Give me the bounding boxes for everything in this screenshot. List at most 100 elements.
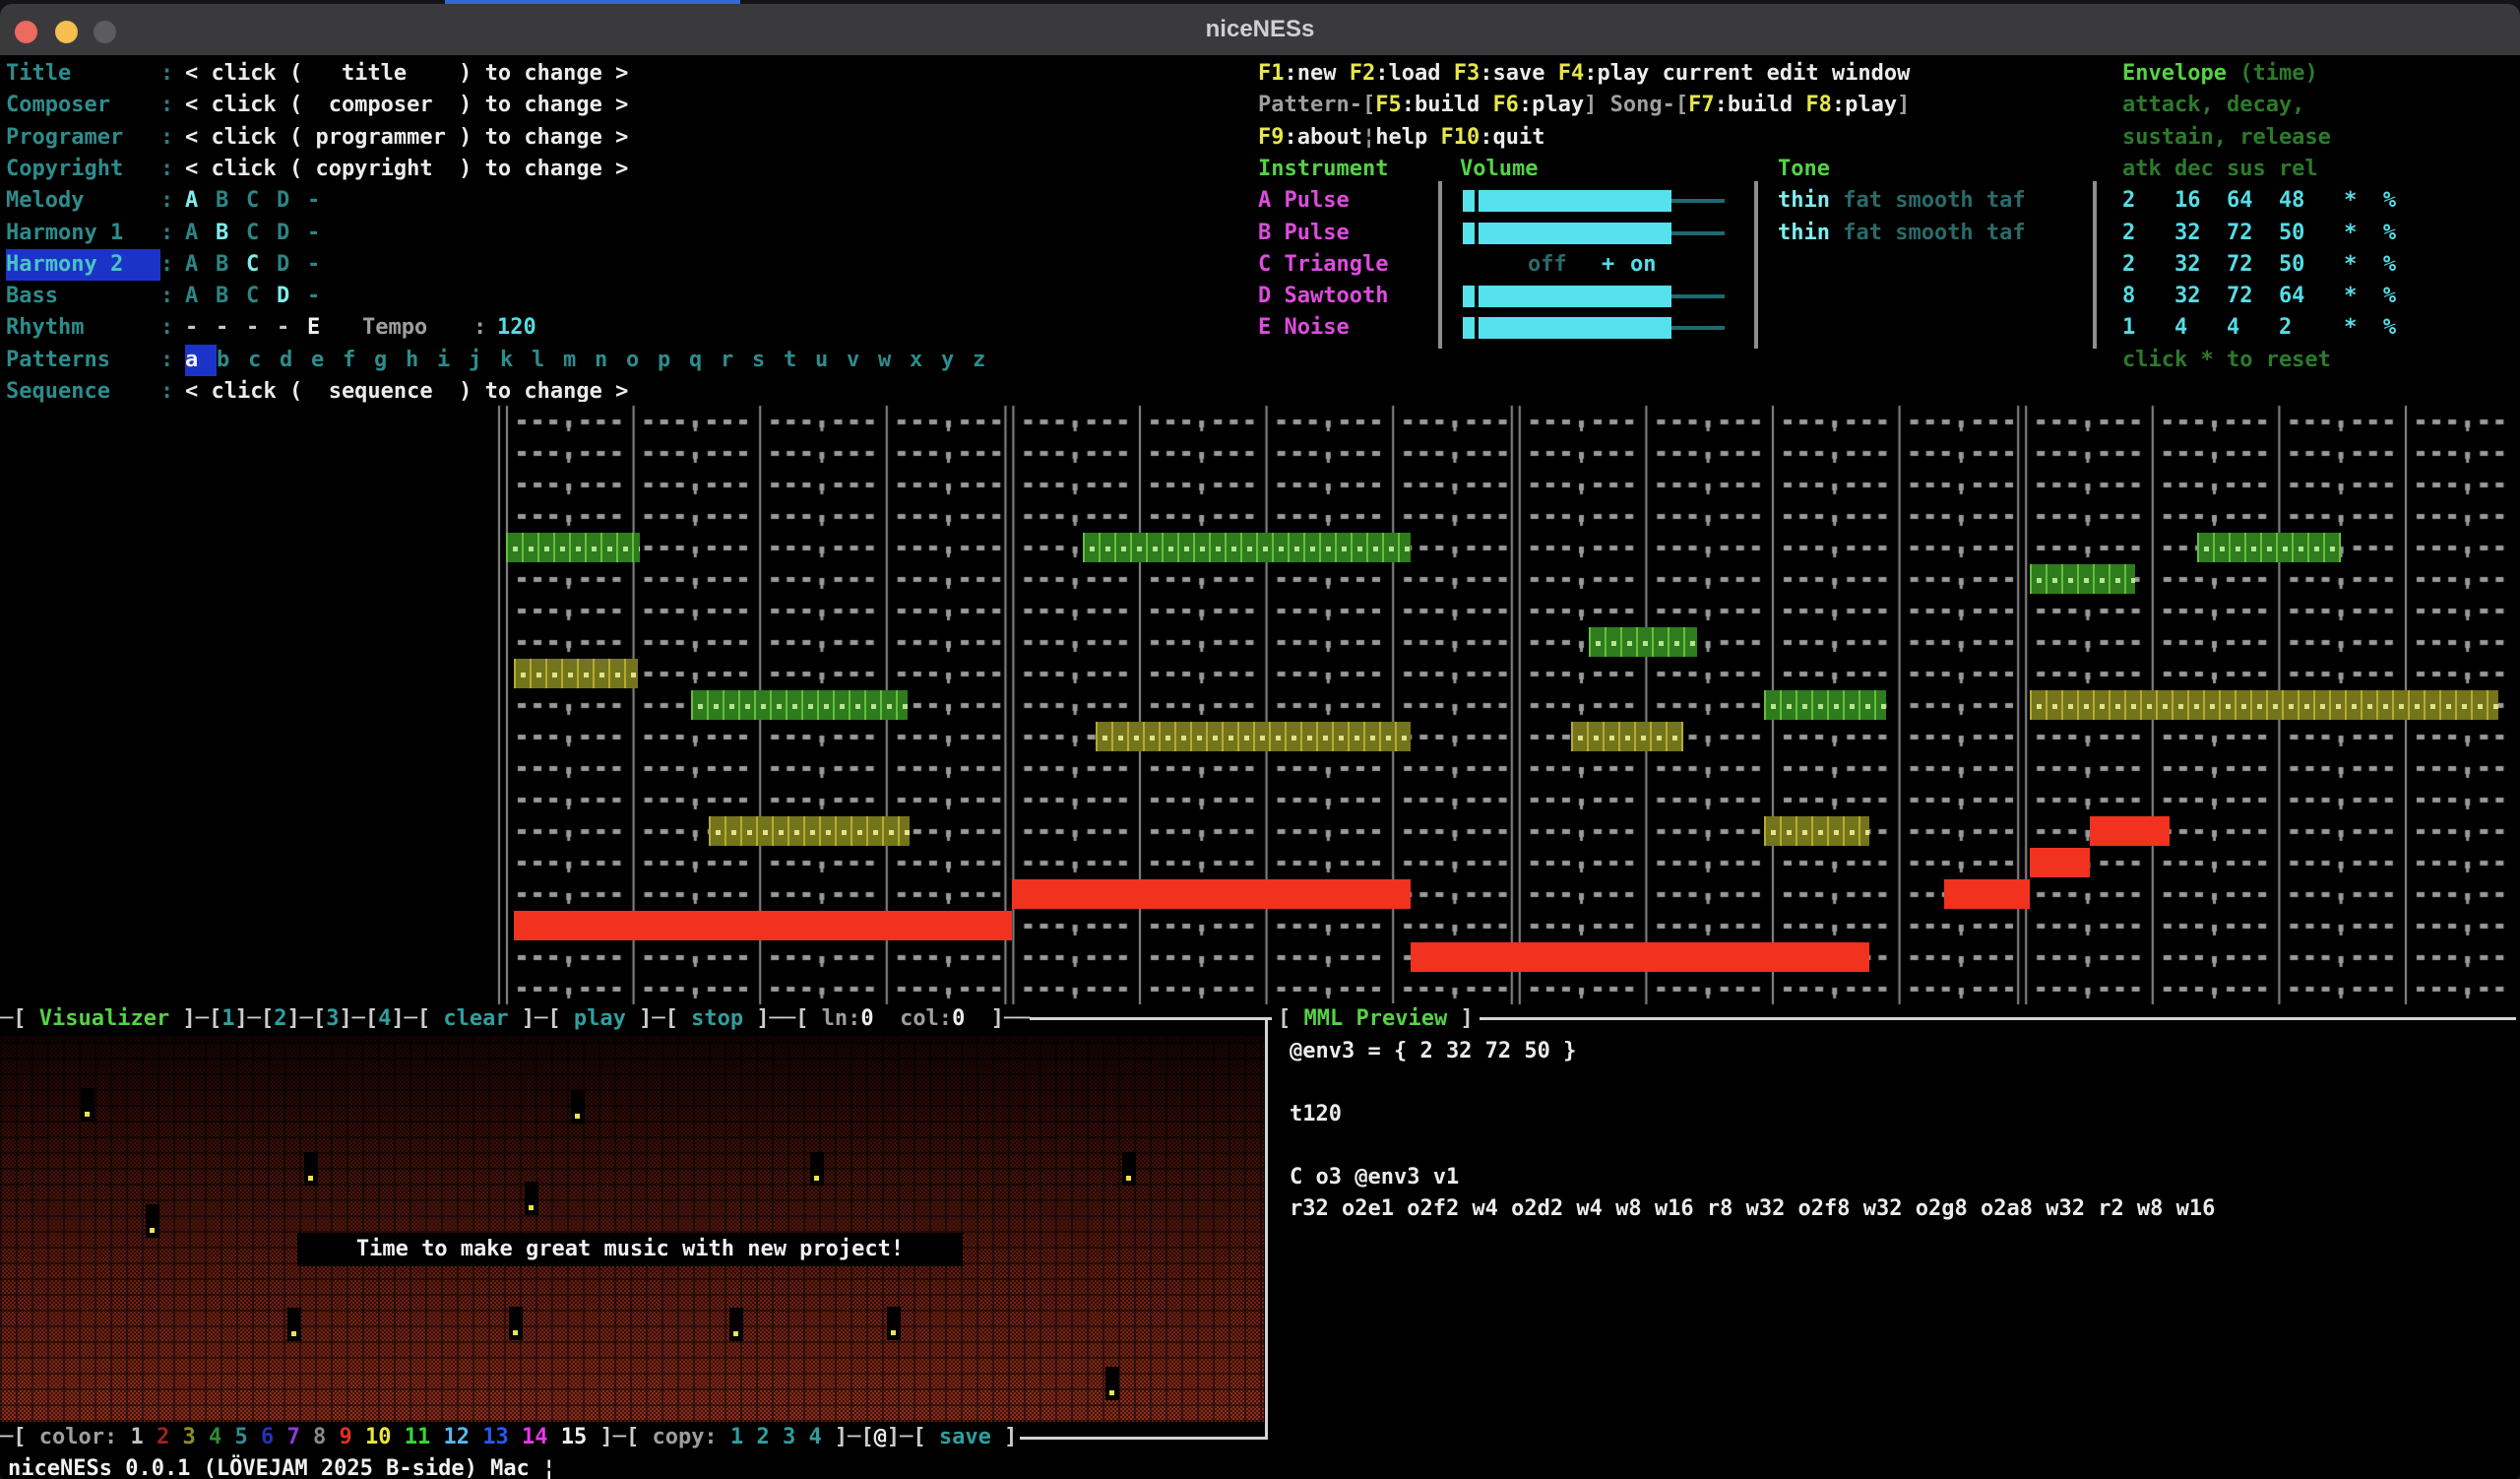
note-bar[interactable]	[2030, 690, 2498, 720]
track-option-harmony-1-2[interactable]: C	[246, 218, 277, 249]
copy-2[interactable]: 2	[756, 1425, 783, 1449]
triangle-on-option[interactable]: on	[1630, 249, 1657, 281]
visualizer-panel[interactable]: Time to make great music with new projec…	[0, 1036, 1264, 1422]
tempo-value[interactable]: 120	[497, 312, 536, 344]
pattern-letter-c[interactable]: c	[248, 345, 280, 376]
pattern-letter-z[interactable]: z	[973, 345, 1004, 376]
envelope-row-3[interactable]: 2 32 72 50 * %	[2122, 249, 2396, 281]
volume-slider-handle[interactable]	[1463, 317, 1475, 339]
track-option-harmony-1-0[interactable]: A	[185, 218, 216, 249]
tone-option-thin[interactable]: thin	[1778, 188, 1830, 213]
save-button[interactable]: save	[939, 1425, 991, 1449]
pattern-letter-g[interactable]: g	[374, 345, 406, 376]
track-option-melody-3[interactable]: D	[277, 185, 307, 217]
viz-mode-4-button[interactable]: 4	[378, 1006, 391, 1031]
volume-slider-track[interactable]	[1671, 231, 1725, 235]
color-14[interactable]: 14	[522, 1425, 561, 1449]
track-option-harmony-2-4[interactable]: -	[307, 249, 338, 281]
track-option-bass-2[interactable]: C	[246, 281, 277, 312]
volume-slider-handle[interactable]	[1463, 190, 1475, 212]
play-button[interactable]: play	[574, 1006, 626, 1031]
pattern-letter-j[interactable]: j	[469, 345, 500, 376]
menu-f6-pattern-play[interactable]: F6	[1492, 93, 1519, 117]
note-bar[interactable]	[2090, 816, 2170, 846]
track-option-melody-1[interactable]: B	[216, 185, 246, 217]
note-bar[interactable]	[2030, 848, 2090, 877]
menu-f10-quit[interactable]: F10	[1440, 125, 1480, 150]
pattern-letter-h[interactable]: h	[406, 345, 437, 376]
pattern-letter-u[interactable]: u	[815, 345, 847, 376]
envelope-row-4[interactable]: 8 32 72 64 * %	[2122, 281, 2396, 312]
pattern-letter-m[interactable]: m	[563, 345, 595, 376]
envelope-row-2[interactable]: 2 32 72 50 * %	[2122, 218, 2396, 249]
color-3[interactable]: 3	[182, 1425, 209, 1449]
stop-button[interactable]: stop	[691, 1006, 743, 1031]
track-option-bass-4[interactable]: -	[307, 281, 338, 312]
color-4[interactable]: 4	[209, 1425, 235, 1449]
envelope-row-1[interactable]: 2 16 64 48 * %	[2122, 185, 2396, 217]
note-bar[interactable]	[1083, 533, 1411, 562]
copy-3[interactable]: 3	[783, 1425, 809, 1449]
track-option-bass-3[interactable]: D	[277, 281, 307, 312]
note-bar[interactable]	[1411, 942, 1869, 972]
track-option-rhythm-0[interactable]: -	[185, 312, 216, 344]
color-7[interactable]: 7	[286, 1425, 313, 1449]
color-8[interactable]: 8	[313, 1425, 340, 1449]
note-bar[interactable]	[514, 659, 638, 688]
track-option-harmony-2-0[interactable]: A	[185, 249, 216, 281]
volume-slider-fill[interactable]	[1479, 317, 1671, 339]
pattern-letter-x[interactable]: x	[910, 345, 941, 376]
tone-options-rest[interactable]: fat smooth taf	[1830, 221, 2026, 245]
menu-f9-about[interactable]: F9	[1258, 125, 1285, 150]
composer-field[interactable]: < click ( composer ) to change >	[185, 93, 628, 117]
track-option-bass-0[interactable]: A	[185, 281, 216, 312]
copy-4[interactable]: 4	[808, 1425, 821, 1449]
note-bar[interactable]	[1944, 879, 2030, 909]
note-bar[interactable]	[1571, 722, 1683, 751]
color-10[interactable]: 10	[365, 1425, 405, 1449]
color-12[interactable]: 12	[443, 1425, 482, 1449]
color-13[interactable]: 13	[482, 1425, 522, 1449]
note-bar[interactable]	[514, 911, 1012, 940]
track-option-rhythm-4[interactable]: E	[307, 312, 338, 344]
pattern-letter-q[interactable]: q	[689, 345, 721, 376]
viz-mode-2-button[interactable]: 2	[274, 1006, 286, 1031]
menu-f7-song-build[interactable]: F7	[1688, 93, 1715, 117]
pattern-letter-n[interactable]: n	[595, 345, 626, 376]
volume-slider-handle[interactable]	[1463, 223, 1475, 244]
track-option-harmony-1-1[interactable]: B	[216, 218, 246, 249]
color-6[interactable]: 6	[261, 1425, 287, 1449]
envelope-row-5[interactable]: 1 4 4 2 * %	[2122, 312, 2396, 344]
color-5[interactable]: 5	[234, 1425, 261, 1449]
volume-slider-track[interactable]	[1671, 326, 1725, 330]
volume-slider-track[interactable]	[1671, 199, 1725, 203]
pattern-letter-k[interactable]: k	[500, 345, 532, 376]
volume-slider-fill[interactable]	[1479, 190, 1671, 212]
color-1[interactable]: 1	[130, 1425, 157, 1449]
note-bar[interactable]	[709, 816, 910, 846]
note-bar[interactable]	[1012, 879, 1411, 909]
menu-f1-new[interactable]: F1	[1258, 61, 1285, 86]
viz-mode-3-button[interactable]: 3	[326, 1006, 339, 1031]
pattern-letter-v[interactable]: v	[847, 345, 878, 376]
track-option-melody-2[interactable]: C	[246, 185, 277, 217]
instrument-b-pulse[interactable]: B Pulse	[1258, 218, 1350, 249]
track-option-melody-0[interactable]: A	[185, 185, 216, 217]
pattern-letter-d[interactable]: d	[280, 345, 311, 376]
pattern-letter-o[interactable]: o	[626, 345, 658, 376]
menu-f8-song-play[interactable]: F8	[1805, 93, 1832, 117]
volume-slider-track[interactable]	[1671, 294, 1725, 298]
note-bar[interactable]	[691, 690, 908, 720]
note-bar[interactable]	[506, 533, 640, 562]
volume-slider-fill[interactable]	[1479, 223, 1671, 244]
instrument-a-pulse[interactable]: A Pulse	[1258, 185, 1350, 217]
track-option-melody-4[interactable]: -	[307, 185, 338, 217]
track-option-rhythm-3[interactable]: -	[277, 312, 307, 344]
track-option-harmony-2-2[interactable]: C	[246, 249, 277, 281]
tone-option-thin[interactable]: thin	[1778, 221, 1830, 245]
note-bar[interactable]	[1764, 690, 1886, 720]
triangle-off-option[interactable]: off	[1528, 249, 1567, 281]
tone-options-rest[interactable]: fat smooth taf	[1830, 188, 2026, 213]
instrument-c-triangle[interactable]: C Triangle	[1258, 249, 1388, 281]
note-bar[interactable]	[1764, 816, 1869, 846]
